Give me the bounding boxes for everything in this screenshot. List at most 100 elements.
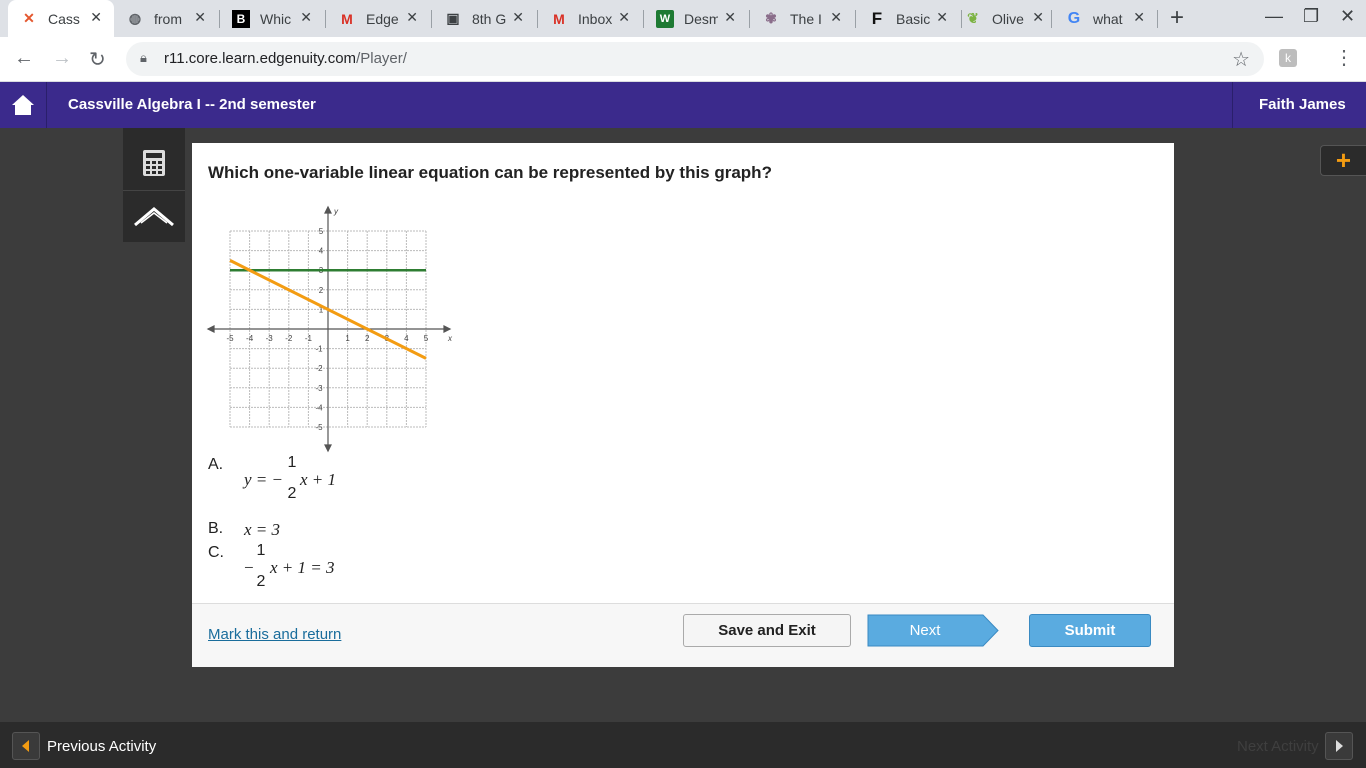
back-arrow-icon[interactable]: ← [14,47,34,70]
y-tick-label: -3 [315,384,323,393]
home-button[interactable] [0,82,47,128]
edgenuity-x-icon: ✕ [23,10,35,26]
close-icon[interactable]: ✕ [1133,9,1145,26]
x-tick-label: 5 [424,334,429,343]
gmail-icon: M [553,10,565,27]
desmos-icon: W [656,9,674,28]
browser-tab-strip: ✕ Cass ✕ ◍ from ✕ B Whic ✕ M Edge ✕ ▣ 8t… [0,0,1366,37]
option-a-lead: y = − [244,470,283,489]
gmail-icon: M [341,10,353,27]
tab-7[interactable]: ✾ The I ✕ [750,0,854,37]
close-icon[interactable]: ✕ [194,9,206,26]
close-icon[interactable]: ✕ [90,9,102,26]
option-c-denominator: 2 [256,573,266,590]
y-tick-label: -5 [315,423,323,432]
x-axis-label: x [447,334,453,343]
previous-activity-button[interactable] [12,732,40,760]
option-letter: B. [208,520,224,537]
coordinate-graph: -5 -4 -3 -2 -1 1 2 3 4 5 5 4 3 2 1 -1 -2… [206,205,453,453]
option-b-text: x = 3 [244,520,281,539]
browser-menu-icon[interactable]: ⋮ [1334,45,1354,70]
window-close-icon[interactable]: ✕ [1340,6,1355,27]
minimize-icon[interactable]: — [1265,6,1283,27]
course-title: Cassville Algebra I -- 2nd semester [68,96,316,113]
extension-icon[interactable]: k [1279,49,1297,67]
x-tick-label: 4 [404,334,409,343]
save-and-exit-button[interactable]: Save and Exit [683,614,851,647]
y-tick-label: 4 [319,247,324,256]
lock-icon: 🔒︎ [140,50,147,65]
tab-3[interactable]: M Edge ✕ [326,0,430,37]
previous-activity-label[interactable]: Previous Activity [47,738,156,755]
restore-icon[interactable]: ❐ [1303,6,1319,27]
tab-9[interactable]: ❦ Olive ✕ [952,0,1056,37]
close-icon[interactable]: ✕ [724,9,736,26]
option-c-tail: x + 1 = 3 [270,558,335,577]
answer-option-a[interactable]: A. y = − 1 2 x + 1 [208,454,408,506]
tab-6[interactable]: W Desm ✕ [644,0,748,37]
option-c-numerator: 1 [256,542,266,559]
url-text: r11.core.learn.edgenuity.com/Player/ [164,50,407,67]
tab-8[interactable]: F Basic ✕ [856,0,960,37]
option-a-tail: x + 1 [300,470,337,489]
tab-5[interactable]: M Inbox ✕ [538,0,642,37]
user-name[interactable]: Faith James [1232,82,1366,128]
formula-button[interactable] [123,192,185,240]
answer-option-b[interactable]: B. x = 3 [208,520,408,540]
browser-toolbar: ← → ↻ 🔒︎ r11.core.learn.edgenuity.com/Pl… [0,37,1366,82]
home-icon [12,95,34,115]
tab-1[interactable]: ◍ from ✕ [114,0,218,37]
leaf-icon: ❦ [967,10,979,26]
new-tab-plus-icon[interactable]: + [1170,4,1184,32]
question-prompt: Which one-variable linear equation can b… [208,163,772,182]
question-footer: Mark this and return Save and Exit Next … [192,603,1174,667]
caret-right-icon [1336,740,1343,752]
x-tick-label: 1 [345,334,350,343]
answer-option-c[interactable]: C. − 1 2 x + 1 = 3 [208,542,408,594]
tab-10[interactable]: G what ✕ [1053,0,1157,37]
y-tick-label: -1 [315,345,323,354]
brainly-icon: B [232,9,250,28]
y-tick-label: -2 [315,364,323,373]
address-bar[interactable]: 🔒︎ r11.core.learn.edgenuity.com/Player/ … [126,42,1264,76]
option-a-numerator: 1 [287,454,297,471]
caret-left-icon [22,740,29,752]
forward-arrow-icon[interactable]: → [52,47,72,70]
app-header: Cassville Algebra I -- 2nd semester Fait… [0,82,1366,128]
activity-nav-bar: Previous Activity Next Activity [0,722,1366,768]
close-icon[interactable]: ✕ [830,9,842,26]
close-icon[interactable]: ✕ [618,9,630,26]
question-panel: Which one-variable linear equation can b… [192,143,1174,603]
mark-and-return-link[interactable]: Mark this and return [208,626,341,643]
option-a-denominator: 2 [287,485,297,502]
calculator-button[interactable] [123,138,185,188]
tab-4[interactable]: ▣ 8th G ✕ [432,0,536,37]
close-icon[interactable]: ✕ [512,9,524,26]
expand-plus-button[interactable]: + [1320,145,1366,176]
option-c-lead: − [244,558,254,577]
close-icon[interactable]: ✕ [936,9,948,26]
tab-0[interactable]: ✕ Cass ✕ [8,0,114,37]
y-tick-label: -4 [315,403,323,412]
submit-button[interactable]: Submit [1029,614,1151,647]
x-tick-label: -3 [266,334,274,343]
close-icon[interactable]: ✕ [406,9,418,26]
caret-formula-icon [134,207,174,227]
tab-separator [1157,10,1158,28]
f-icon: F [871,8,883,28]
tab-2[interactable]: B Whic ✕ [220,0,324,37]
x-tick-label: -5 [226,334,234,343]
tools-divider [123,190,185,191]
close-icon[interactable]: ✕ [1032,9,1044,26]
reload-icon[interactable]: ↻ [89,47,106,72]
site-icon: ✾ [765,10,777,26]
next-activity-label: Next Activity [1237,738,1319,755]
option-letter: A. [208,456,224,473]
next-button[interactable]: Next [867,614,999,647]
x-tick-label: -2 [285,334,293,343]
globe-icon: ◍ [128,10,142,26]
tools-panel [123,128,185,242]
next-activity-button [1325,732,1353,760]
bookmark-star-icon[interactable]: ☆ [1232,47,1250,72]
close-icon[interactable]: ✕ [300,9,312,26]
